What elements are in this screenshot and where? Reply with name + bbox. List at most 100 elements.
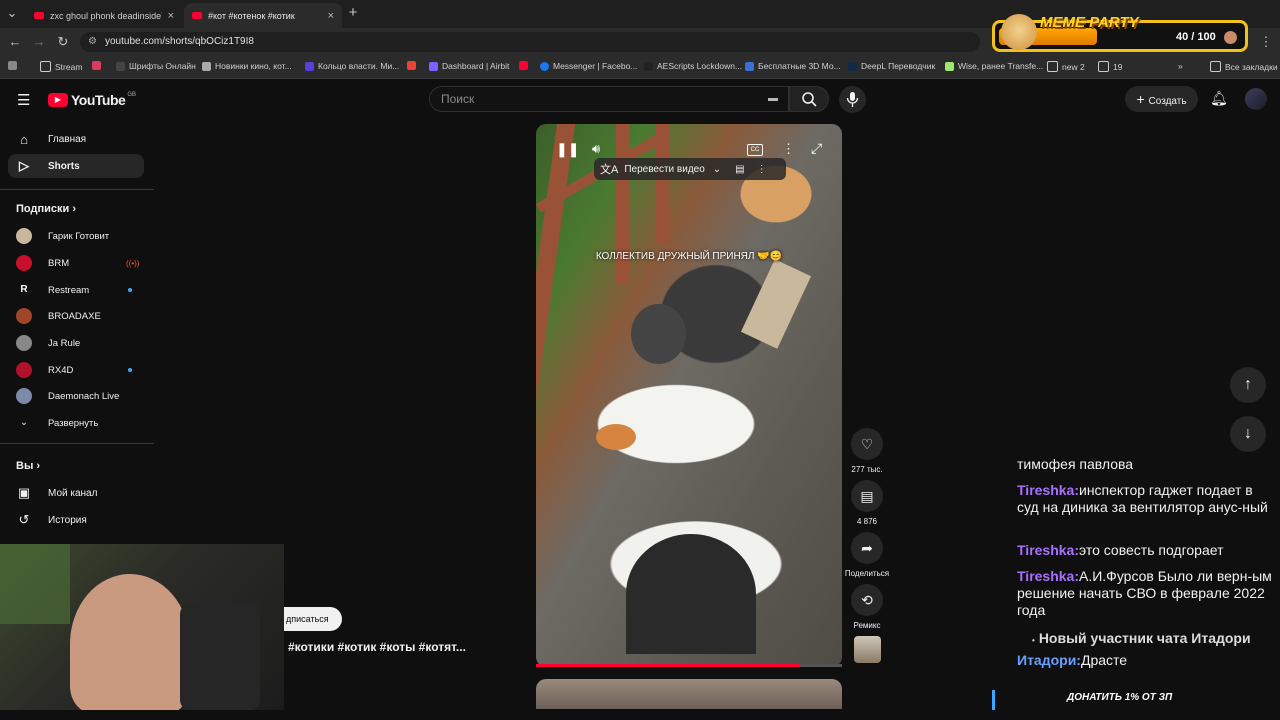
bookmark-item[interactable]: Кольцо власти. Ми... <box>305 61 399 71</box>
new-tab-icon[interactable]: + <box>345 5 361 21</box>
fullscreen-icon[interactable]: ⤢ <box>811 140 822 157</box>
captions-icon[interactable]: CC <box>747 144 763 156</box>
sidebar-item-subscription[interactable]: R Restream <box>16 280 144 300</box>
hamburger-menu-icon[interactable]: ☰ <box>17 91 30 109</box>
chat-text: Драсте <box>1080 652 1128 668</box>
like-count: 277 тыс. <box>851 465 883 474</box>
bookmarks-overflow-icon[interactable]: » <box>1178 61 1183 71</box>
subtitles-icon[interactable]: ▤ <box>735 164 744 175</box>
channel-name: RX4D <box>48 364 74 376</box>
donate-banner: ДОНАТИТЬ 1% ОТ ЗП <box>1067 692 1173 703</box>
more-options-icon[interactable]: ⋮ <box>757 164 767 175</box>
voice-search-button[interactable] <box>839 86 866 113</box>
browser-tab-1[interactable]: zxc ghoul phonk deadinside7) © × <box>26 3 182 28</box>
bookmark-item[interactable] <box>519 61 532 70</box>
back-icon[interactable]: ← <box>7 34 23 50</box>
wise-icon <box>945 61 954 71</box>
tab-close-icon[interactable]: × <box>328 10 334 22</box>
folder-icon <box>1047 61 1058 72</box>
youtube-favicon-icon <box>34 12 44 19</box>
reload-icon[interactable]: ↻ <box>55 34 71 50</box>
sidebar-item-my-channel[interactable]: ▣ Мой канал <box>8 481 144 505</box>
bookmark-item[interactable]: Stream <box>40 61 82 72</box>
previous-short-button[interactable]: ↑ <box>1230 367 1266 403</box>
bookmark-item[interactable] <box>407 61 420 70</box>
share-label: Поделиться <box>844 569 890 578</box>
sidebar-expand[interactable]: ⌄ Развернуть <box>16 413 144 433</box>
bookmark-label: DeepL Переводчик <box>861 61 936 71</box>
sidebar-item-subscription[interactable]: Ja Rule <box>16 333 144 353</box>
shorts-video-player[interactable] <box>536 124 842 667</box>
bookmark-label: new 2 <box>1062 61 1085 72</box>
sidebar-item-label: История <box>48 514 87 526</box>
bookmark-folder[interactable]: new 2 <box>1047 61 1085 72</box>
comments-button[interactable]: ▤ 4 876 <box>851 480 883 526</box>
video-scene-brick <box>740 259 812 349</box>
address-bar[interactable]: ⚙ youtube.com/shorts/qbOCiz1T9I8 <box>80 32 980 52</box>
bookmark-item[interactable]: AEScripts Lockdown... <box>644 61 742 71</box>
bookmark-item[interactable]: Новинки кино, кот... <box>202 61 292 71</box>
youtube-logo[interactable]: ▶ YouTube GB <box>48 92 136 108</box>
browser-tab-2[interactable]: #кот #котенок #котик × <box>184 3 342 28</box>
bookmark-item[interactable] <box>92 61 105 70</box>
bookmark-item[interactable]: Messenger | Facebo... <box>540 61 637 71</box>
video-scene-cat <box>631 304 686 364</box>
search-input[interactable]: Поиск ▬ <box>429 86 789 112</box>
bookmark-item[interactable]: Wise, ранее Transfe... <box>945 61 1043 71</box>
search-placeholder: Поиск <box>441 92 475 106</box>
arrow-up-icon: ↑ <box>1244 376 1252 393</box>
sidebar-item-subscription[interactable]: RX4D <box>16 360 144 380</box>
video-hashtags[interactable]: #котики #котик #коты #котят... <box>288 640 466 654</box>
keyboard-icon[interactable]: ▬ <box>768 87 778 111</box>
bookmark-label: Stream <box>55 61 83 72</box>
bookmark-item[interactable]: Бесплатные 3D Мо... <box>745 61 841 71</box>
sidebar-item-history[interactable]: ↺ История <box>8 508 144 532</box>
sidebar-item-subscription[interactable]: Гарик Готовит <box>16 226 144 246</box>
next-short-button[interactable]: ↓ <box>1230 416 1266 452</box>
volume-icon[interactable]: 🔊︎ <box>592 141 600 157</box>
bookmark-label: Все закладки <box>1225 61 1278 72</box>
bookmark-item[interactable]: DeepL Переводчик <box>848 61 935 71</box>
all-bookmarks[interactable]: Все закладки <box>1210 61 1278 72</box>
create-button[interactable]: + Создать <box>1125 86 1198 112</box>
forward-icon[interactable]: → <box>31 34 47 50</box>
create-label: Создать <box>1148 96 1187 107</box>
avatar[interactable] <box>1245 88 1267 110</box>
apps-icon[interactable] <box>8 61 21 70</box>
sidebar-item-subscription[interactable]: BRM ((•)) <box>16 253 144 273</box>
pause-icon[interactable]: ❚❚ <box>556 141 579 158</box>
like-button[interactable]: ♡ 277 тыс. <box>851 428 883 474</box>
sidebar-item-shorts[interactable]: ▷ Shorts <box>8 154 144 178</box>
remix-button[interactable]: ⟲ Ремикс <box>851 584 883 630</box>
tab-search-icon[interactable]: ⌄ <box>4 5 20 21</box>
you-heading[interactable]: Вы › <box>16 460 40 472</box>
subscriptions-heading[interactable]: Подписки › <box>16 203 76 215</box>
bookmark-favicon-icon <box>202 61 211 71</box>
next-short-preview[interactable] <box>536 679 842 709</box>
translate-video-button[interactable]: 文A Перевести видео ⌄ ▤ ⋮ <box>594 158 786 180</box>
bookmark-item[interactable]: Dashboard | Airbit <box>429 61 509 71</box>
video-progress-bar[interactable] <box>536 664 842 667</box>
bookmark-item[interactable]: Шрифты Онлайн <box>116 61 196 71</box>
folder-icon <box>40 61 51 72</box>
subscribe-button[interactable]: дписаться <box>284 607 342 631</box>
browser-menu-icon[interactable]: ⋮ <box>1258 34 1274 50</box>
site-info-icon[interactable]: ⚙ <box>88 32 97 52</box>
tab-close-icon[interactable]: × <box>168 10 174 22</box>
sidebar-item-home[interactable]: ⌂ Главная <box>8 127 144 151</box>
share-button[interactable]: ➦ Поделиться <box>845 532 889 578</box>
sound-thumbnail[interactable] <box>854 636 881 663</box>
chat-text: тимофея павлова <box>1017 456 1134 472</box>
bookmark-folder[interactable]: 19 <box>1098 61 1122 72</box>
more-options-icon[interactable]: ⋮ <box>782 141 795 157</box>
sidebar-item-subscription[interactable]: Daemonach Live <box>16 386 144 406</box>
notifications-bell-icon[interactable]: 🔔︎ <box>1210 90 1228 107</box>
bullet-icon: • <box>1032 636 1035 645</box>
bookmark-label: Wise, ранее Transfe... <box>958 61 1044 71</box>
channel-name: Restream <box>48 284 90 296</box>
search-button[interactable] <box>789 86 829 112</box>
bookmark-favicon-icon <box>305 61 314 71</box>
chevron-down-icon[interactable]: ⌄ <box>713 164 721 175</box>
sidebar-item-subscription[interactable]: BROADAXE <box>16 306 144 326</box>
url-text: youtube.com/shorts/qbOCiz1T9I8 <box>105 36 254 47</box>
